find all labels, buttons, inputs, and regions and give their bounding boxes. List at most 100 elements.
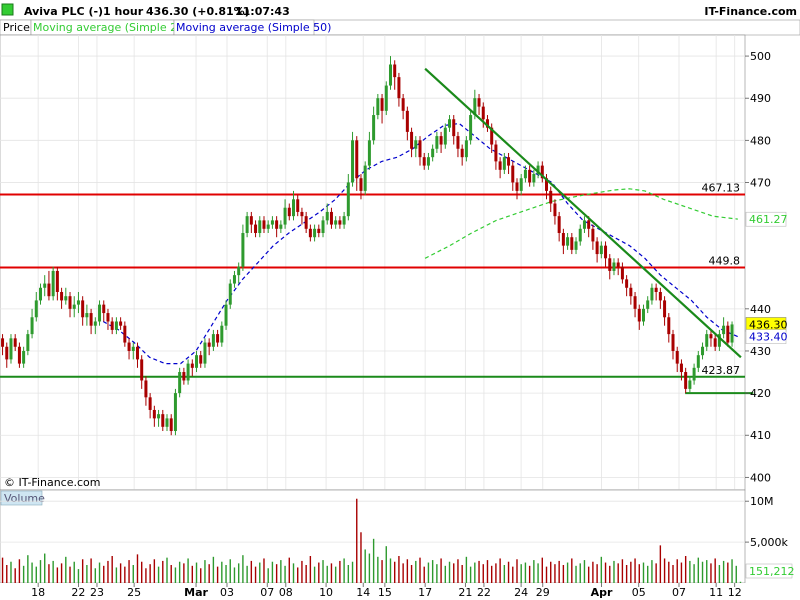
candle-body — [410, 131, 414, 149]
volume-bar — [735, 565, 737, 583]
candle-body — [401, 98, 405, 111]
candle-body — [22, 350, 26, 364]
volume-bar — [377, 556, 379, 583]
candle-body — [372, 115, 376, 141]
volume-bar — [520, 564, 522, 583]
volume-bar — [178, 561, 181, 583]
volume-bar — [474, 562, 476, 583]
volume-bar — [651, 560, 653, 583]
candle-body — [722, 325, 726, 335]
candle-body — [629, 287, 633, 297]
volume-bar — [250, 560, 253, 583]
volume-bar — [103, 565, 105, 583]
volume-bar — [280, 560, 282, 583]
candle-body — [64, 296, 68, 301]
candle-body — [498, 161, 502, 170]
candle-body — [127, 342, 131, 351]
volume-bar — [69, 566, 71, 583]
volume-bar — [81, 559, 84, 583]
volume-bar — [237, 563, 240, 583]
volume-bar — [604, 562, 607, 583]
candle-body — [393, 64, 397, 78]
volume-bar — [440, 558, 442, 583]
candle-body — [26, 334, 30, 351]
candle-body — [654, 287, 658, 292]
candle-body — [460, 148, 464, 158]
candle-body — [359, 178, 363, 191]
volume-bar — [195, 562, 198, 583]
candle-body — [47, 283, 51, 297]
volume-bar — [1, 557, 4, 583]
candle-body — [85, 313, 89, 318]
candle-body — [528, 169, 532, 183]
candle-body — [98, 304, 102, 322]
date-tick-label: 11 — [709, 586, 723, 599]
volume-bar — [406, 559, 409, 583]
candle-body — [616, 262, 620, 267]
candle-body — [178, 372, 182, 394]
volume-bar — [305, 565, 307, 583]
candle-body — [195, 355, 199, 368]
volume-bar — [537, 563, 539, 583]
candle-body — [325, 211, 329, 221]
level-label: 423.87 — [702, 364, 741, 377]
date-tick-label: 14 — [356, 586, 370, 599]
candle-body — [173, 393, 177, 432]
instrument-title: Aviva PLC (-) — [24, 5, 103, 18]
volume-bar — [73, 561, 75, 583]
legend-ma50: Moving average (Simple 50) — [176, 21, 331, 34]
volume-bar — [697, 557, 700, 583]
candle-body — [633, 296, 637, 309]
candle-body — [582, 220, 586, 229]
volume-bar — [267, 568, 269, 583]
volume-bar — [596, 564, 598, 583]
volume-bar — [39, 560, 42, 583]
volume-bar — [583, 560, 586, 583]
volume-bar — [372, 538, 375, 583]
candle-body — [186, 363, 190, 381]
price-tick-label: 470 — [750, 176, 771, 189]
volume-bar — [44, 553, 46, 583]
candle-body — [443, 127, 447, 145]
volume-bar — [448, 561, 451, 583]
candle-body — [452, 119, 456, 137]
candle-body — [135, 346, 139, 360]
volume-bar — [444, 565, 447, 583]
candle-body — [224, 304, 228, 326]
candle-body — [270, 220, 274, 225]
volume-bar — [461, 565, 463, 583]
candle-body — [435, 136, 439, 149]
candle-body — [367, 140, 371, 166]
candle-body — [342, 216, 346, 225]
volume-bar — [204, 560, 206, 583]
candle-body — [207, 342, 211, 347]
candle-body — [157, 414, 161, 419]
candle-body — [165, 418, 169, 427]
chart-root: Aviva PLC (-) 1 hour 436.30 (+0.81%) 11:… — [0, 0, 800, 600]
volume-bar — [524, 562, 527, 583]
candle-body — [587, 220, 591, 229]
candle-body — [397, 77, 401, 99]
volume-bar — [124, 566, 126, 583]
date-tick-label: 10 — [319, 586, 333, 599]
volume-bar — [415, 560, 417, 583]
candle-body — [422, 157, 426, 166]
candle-body — [148, 397, 152, 410]
date-tick-label: Mar — [184, 586, 208, 599]
volume-bar — [115, 567, 118, 583]
candle-body — [637, 308, 641, 322]
volume-bar — [263, 558, 265, 583]
candle-body — [144, 380, 148, 398]
volume-bar — [98, 562, 101, 583]
candle-body — [351, 140, 355, 183]
square-icon[interactable] — [1, 3, 14, 16]
volume-bar — [141, 561, 143, 583]
candle-body — [216, 334, 220, 343]
candle-body — [591, 228, 595, 242]
volume-bar — [469, 566, 472, 583]
candle-body — [60, 291, 64, 301]
candle-body — [220, 325, 224, 343]
date-tick-label: 23 — [90, 586, 104, 599]
price-tick-label: 430 — [750, 345, 771, 358]
candle-body — [494, 144, 498, 162]
